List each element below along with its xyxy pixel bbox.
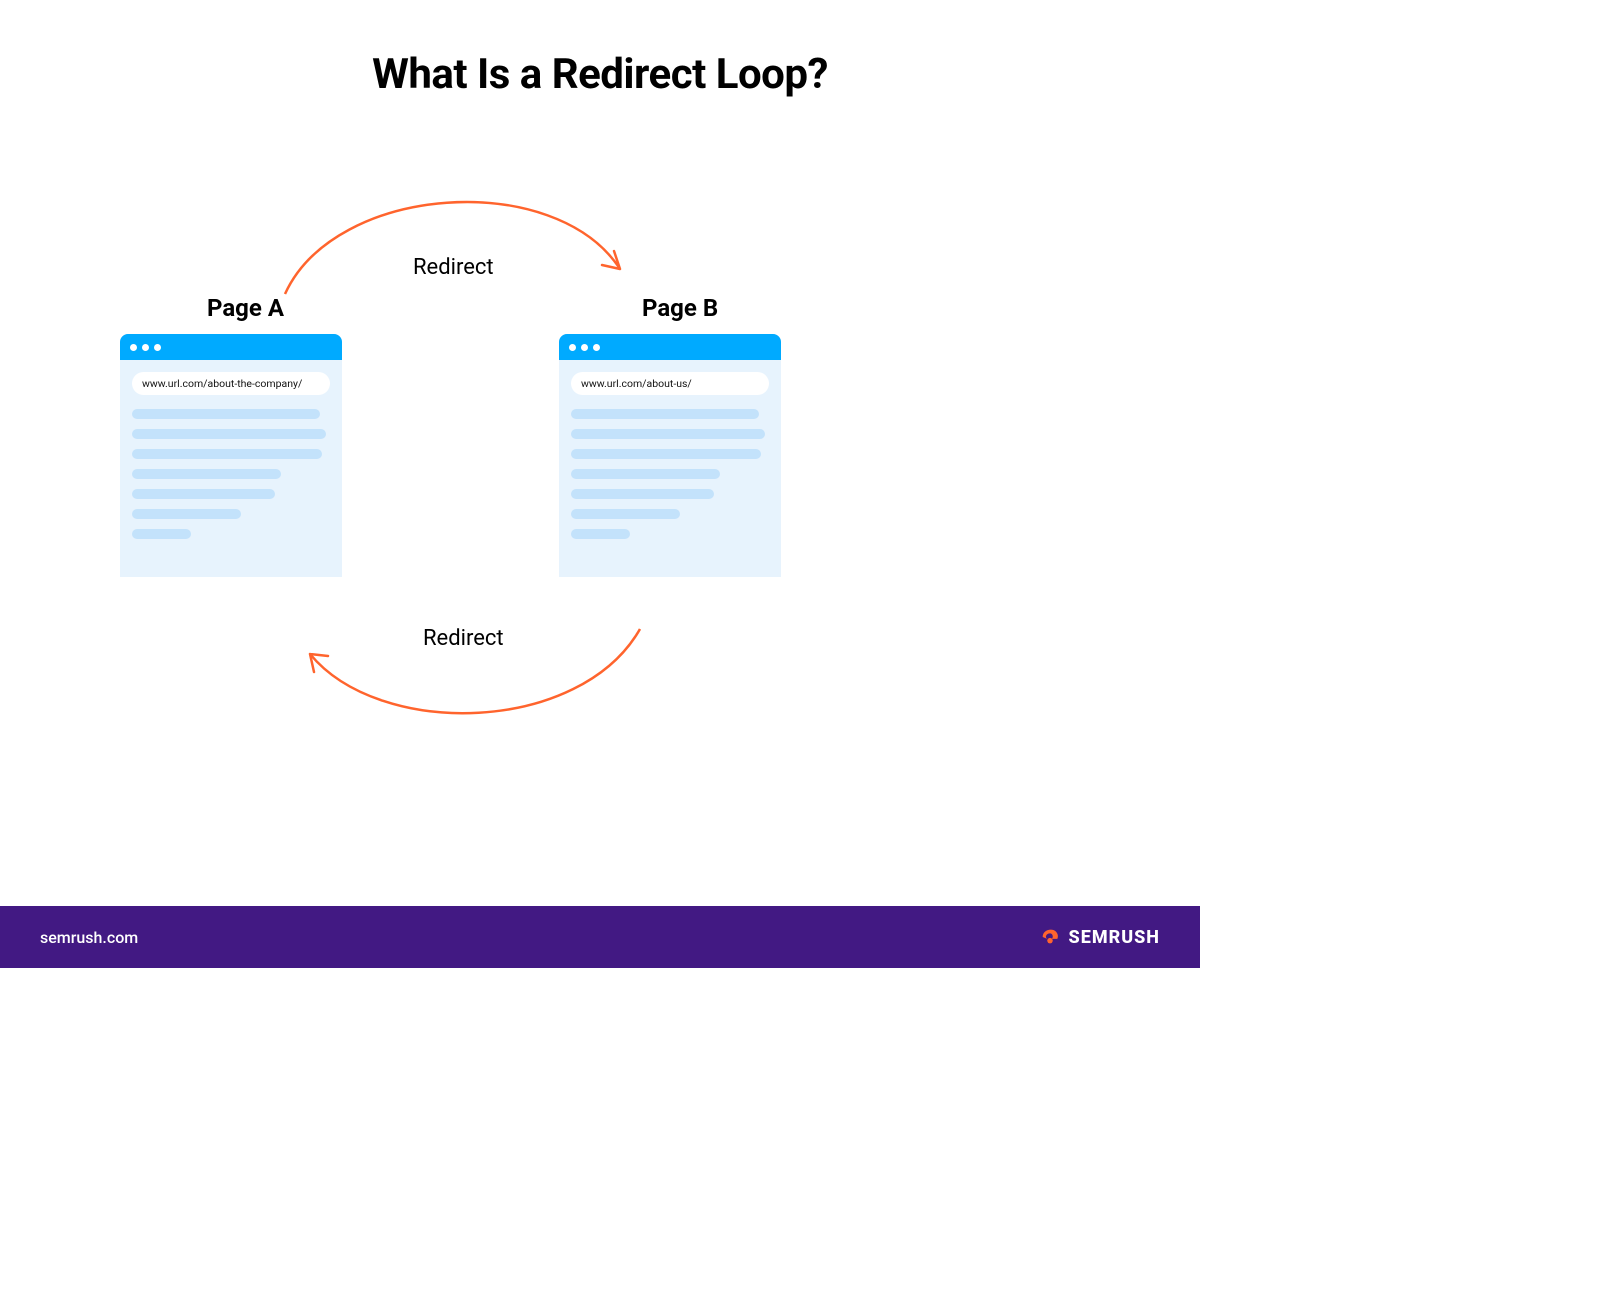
diagram-title: What Is a Redirect Loop? (0, 0, 1200, 99)
footer-brand: SEMRUSH (1039, 926, 1160, 948)
window-dot-icon (581, 344, 588, 351)
browser-content-placeholder (559, 409, 781, 577)
diagram-container: Page A Page B Redirect www.url.com/about… (0, 119, 1200, 819)
redirect-arrow-top (255, 174, 655, 304)
browser-titlebar (120, 334, 342, 360)
redirect-label-bottom: Redirect (423, 626, 504, 651)
window-dot-icon (569, 344, 576, 351)
semrush-logo-icon (1039, 926, 1061, 948)
window-dot-icon (142, 344, 149, 351)
footer: semrush.com SEMRUSH (0, 906, 1200, 968)
footer-domain: semrush.com (40, 928, 138, 947)
window-dot-icon (154, 344, 161, 351)
redirect-label-top: Redirect (413, 255, 494, 280)
page-b-label: Page B (642, 294, 718, 322)
browser-window-a: www.url.com/about-the-company/ (120, 334, 342, 577)
url-bar-b: www.url.com/about-us/ (571, 372, 769, 395)
window-dot-icon (593, 344, 600, 351)
browser-window-b: www.url.com/about-us/ (559, 334, 781, 577)
window-dot-icon (130, 344, 137, 351)
url-bar-a: www.url.com/about-the-company/ (132, 372, 330, 395)
browser-titlebar (559, 334, 781, 360)
browser-content-placeholder (120, 409, 342, 577)
page-a-label: Page A (207, 294, 284, 322)
footer-brand-text: SEMRUSH (1069, 927, 1160, 948)
